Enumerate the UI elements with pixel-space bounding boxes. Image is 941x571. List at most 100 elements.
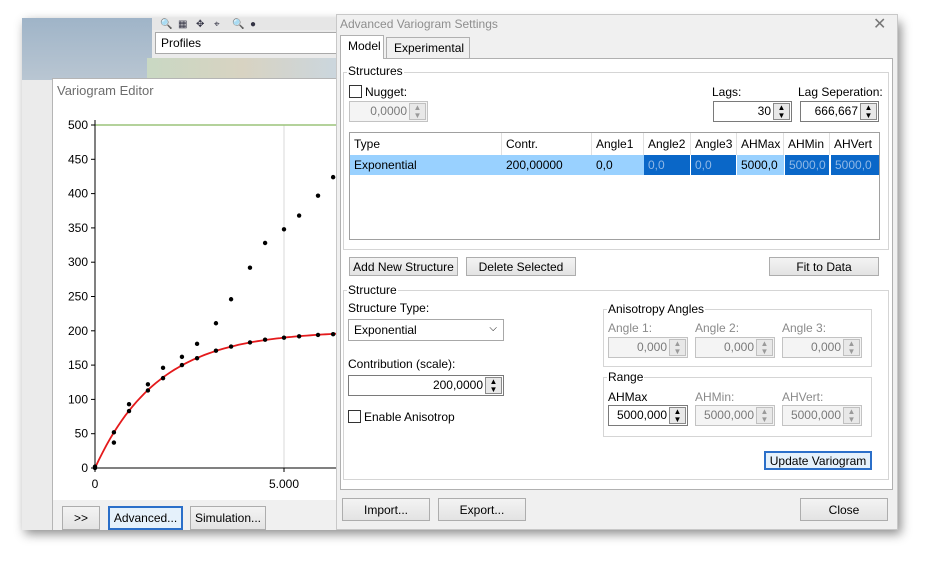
grid-header-angle3[interactable]: Angle3 — [691, 133, 737, 155]
fit-to-data-button[interactable]: Fit to Data — [769, 257, 879, 276]
grid-cell-ahmin[interactable]: 5000,0 — [785, 155, 829, 175]
ahmax-label: AHMax — [608, 390, 648, 404]
grid-cell-contr[interactable]: 200,00000 — [502, 155, 592, 175]
lags-spin-icon[interactable]: ▲ ▼ — [773, 103, 790, 120]
y-tick-label: 250 — [68, 290, 88, 304]
tab-experimental[interactable]: Experimental — [386, 37, 470, 59]
y-tick-label: 200 — [68, 324, 88, 338]
contribution-value: 200,0000 — [432, 378, 483, 392]
grid-cell-angle2[interactable]: 0,0 — [644, 155, 690, 175]
nugget-check-box[interactable] — [349, 85, 362, 98]
y-tick-label: 450 — [68, 152, 88, 166]
model-point — [228, 344, 234, 349]
nugget-label: Nugget: — [365, 85, 408, 99]
angle3-value: 0,000 — [810, 340, 841, 354]
tab-model[interactable]: Model — [340, 35, 384, 59]
simulation-button[interactable]: Simulation... — [190, 506, 266, 530]
angle2-label: Angle 2: — [695, 321, 740, 335]
angle3-label: Angle 3: — [782, 321, 827, 335]
model-point — [126, 408, 132, 414]
experimental-point — [145, 382, 151, 387]
experimental-point — [315, 193, 321, 198]
experimental-point — [281, 227, 287, 232]
select-icon[interactable]: ▦ — [178, 19, 187, 30]
update-variogram-button[interactable]: Update Variogram — [764, 451, 872, 470]
y-tick-label: 350 — [68, 221, 88, 235]
grid-cell-type[interactable]: Exponential — [350, 155, 502, 175]
grid-cell-ahvert[interactable]: 5000,0 — [831, 155, 879, 175]
grid-header-angle1[interactable]: Angle1 — [592, 133, 644, 155]
map-canvas — [22, 18, 152, 80]
ahmin-value: 5000,000 — [703, 408, 754, 422]
model-curve — [94, 332, 341, 469]
chevron-down-icon: ⌵ — [489, 323, 497, 334]
ahvert-spin-icon[interactable]: ▲ ▼ — [843, 407, 860, 424]
model-point — [160, 375, 166, 381]
lag-separation-input[interactable]: 666,667 ▲ ▼ — [800, 101, 879, 122]
grid-header-ahmin[interactable]: AHMin — [784, 133, 830, 155]
y-tick-label: 0 — [81, 461, 88, 475]
experimental-point — [296, 213, 302, 218]
pan-icon[interactable]: ✥ — [196, 19, 204, 30]
model-point — [330, 332, 336, 337]
grid-cell-angle3[interactable]: 0,0 — [691, 155, 736, 175]
nugget-spin-icon[interactable]: ▲ ▼ — [409, 103, 426, 120]
add-new-structure-button[interactable]: Add New Structure — [349, 257, 458, 276]
experimental-point — [262, 240, 268, 246]
grid-header-ahmax[interactable]: AHMax — [737, 133, 784, 155]
lags-label: Lags: — [712, 85, 742, 99]
angle3-input[interactable]: 0,000 ▲ ▼ — [782, 337, 862, 358]
grid-header-ahvert[interactable]: AHVert — [830, 133, 880, 155]
y-tick-label: 100 — [68, 392, 88, 406]
zoom-in-icon[interactable]: 🔍 — [160, 19, 172, 30]
measure-icon[interactable]: ⌖ — [214, 19, 220, 30]
profiles-combo[interactable]: Profiles — [155, 32, 338, 54]
nugget-checkbox[interactable] — [349, 85, 362, 101]
model-point — [213, 348, 219, 353]
angle2-spin-icon[interactable]: ▲ ▼ — [756, 339, 773, 356]
structure-type-value: Exponential — [354, 323, 417, 337]
structures-group-label: Structures — [347, 64, 404, 78]
map-strip — [147, 58, 338, 80]
angle1-spin-icon[interactable]: ▲ ▼ — [669, 339, 686, 356]
grid-header-angle2[interactable]: Angle2 — [644, 133, 691, 155]
variogram-chart: 05010015020025030035040045050005.00010 — [68, 118, 341, 491]
export-button[interactable]: Export... — [438, 498, 526, 521]
zoom-out-icon[interactable]: 🔍 — [232, 19, 244, 30]
grid-header-contr[interactable]: Contr. — [502, 133, 592, 155]
ahmin-spin-icon[interactable]: ▲ ▼ — [756, 407, 773, 424]
lags-input[interactable]: 30 ▲ ▼ — [713, 101, 792, 122]
angle2-input[interactable]: 0,000 ▲ ▼ — [695, 337, 775, 358]
import-button[interactable]: Import... — [342, 498, 430, 521]
angle3-spin-icon[interactable]: ▲ ▼ — [843, 339, 860, 356]
ahmax-input[interactable]: 5000,000 ▲ ▼ — [608, 405, 688, 426]
ahvert-input[interactable]: 5000,000 ▲ ▼ — [782, 405, 862, 426]
globe-icon[interactable]: ● — [250, 19, 256, 30]
angle1-input[interactable]: 0,000 ▲ ▼ — [608, 337, 688, 358]
contribution-input[interactable]: 200,0000 ▲ ▼ — [348, 375, 504, 396]
structures-grid[interactable]: Type Contr. Angle1 Angle2 Angle3 AHMax A… — [349, 132, 880, 240]
contribution-spin-icon[interactable]: ▲ ▼ — [485, 377, 502, 394]
close-icon[interactable]: ✕ — [873, 14, 886, 34]
x-tick-label: 0 — [92, 477, 99, 491]
grid-cell-angle1[interactable]: 0,0 — [592, 155, 644, 175]
ahmax-spin-icon[interactable]: ▲ ▼ — [669, 407, 686, 424]
structure-type-select[interactable]: Exponential ⌵ — [348, 319, 504, 341]
grid-cell-ahmax[interactable]: 5000,0 — [737, 155, 784, 175]
delete-selected-button[interactable]: Delete Selected — [466, 257, 576, 276]
lag-separation-spin-icon[interactable]: ▲ ▼ — [860, 103, 877, 120]
experimental-point — [330, 174, 336, 180]
grid-header-type[interactable]: Type — [350, 133, 502, 155]
nugget-input[interactable]: 0,0000 ▲ ▼ — [349, 101, 428, 122]
enable-anisotrop-check-box[interactable] — [348, 410, 361, 423]
close-button[interactable]: Close — [800, 498, 888, 521]
anisotropy-angles-label: Anisotropy Angles — [607, 302, 706, 316]
enable-anisotrop-checkbox[interactable] — [348, 410, 361, 426]
experimental-point — [213, 321, 219, 326]
angle1-label: Angle 1: — [608, 321, 653, 335]
expand-button[interactable]: >> — [62, 506, 100, 530]
experimental-point — [247, 265, 253, 270]
advanced-button[interactable]: Advanced... — [108, 506, 183, 530]
profiles-combo-label: Profiles — [161, 36, 202, 50]
ahmin-input[interactable]: 5000,000 ▲ ▼ — [695, 405, 775, 426]
